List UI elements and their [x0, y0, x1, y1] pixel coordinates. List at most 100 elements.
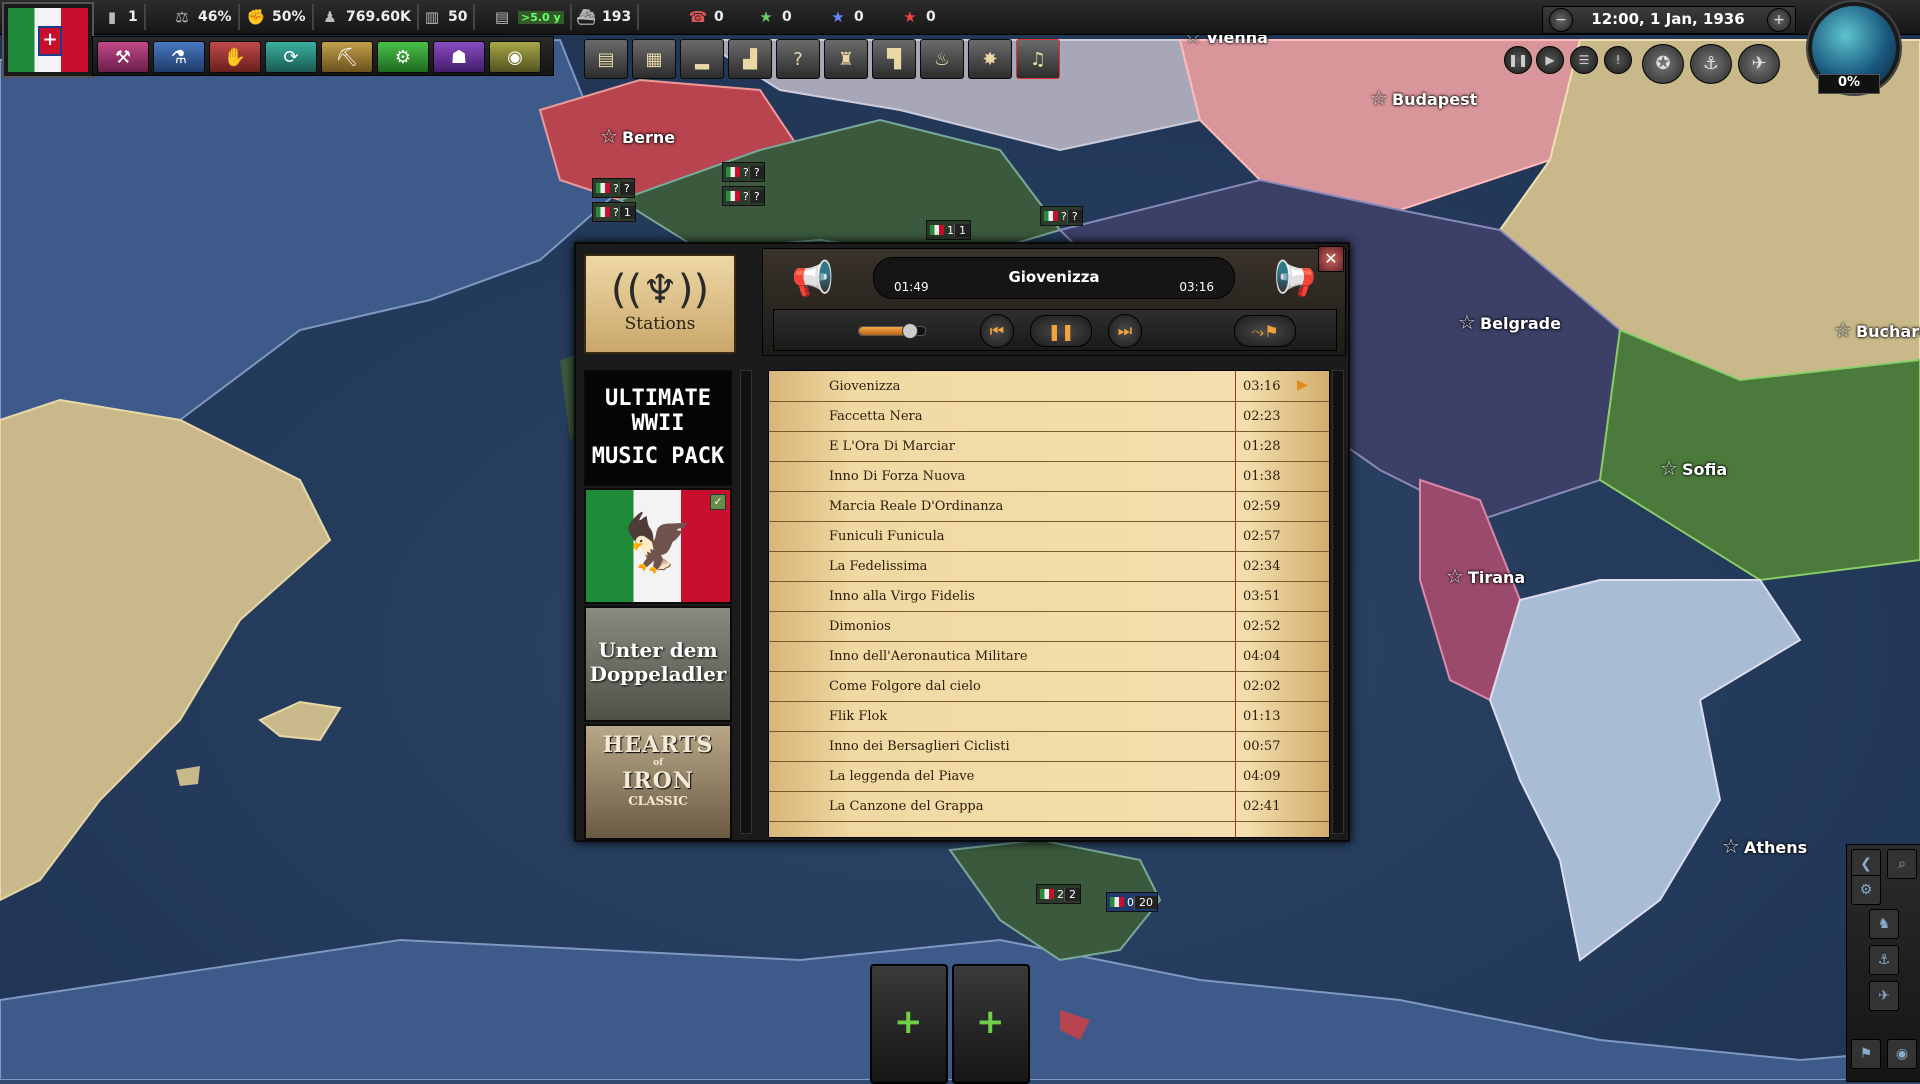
army-alert-button[interactable]: ✪ — [1642, 44, 1684, 84]
unit-counter[interactable]: 11 — [926, 220, 971, 240]
playlist-row[interactable]: Marcia Reale D'Ordinanza 02:59 — [769, 491, 1329, 522]
city-athens[interactable]: ☆ Athens — [1722, 834, 1807, 858]
military-button[interactable]: ♜ — [824, 39, 868, 79]
capital-star-icon: ☆ — [1834, 318, 1852, 342]
settings-icon[interactable]: ⚙ — [1851, 875, 1881, 905]
station-ultimate-wwii[interactable]: ULTIMATE WWII MUSIC PACK — [584, 370, 732, 486]
previous-track-button[interactable]: ⏮ — [980, 314, 1014, 348]
city-tirana[interactable]: ☆ Tirana — [1446, 564, 1525, 588]
station-italian[interactable]: 🦅 ✓ — [584, 488, 732, 604]
army-icon[interactable]: ♞ — [1869, 909, 1899, 939]
airforce-icon[interactable]: ✈ — [1869, 981, 1899, 1011]
playlist-row[interactable]: Flik Flok 01:13 — [769, 701, 1329, 732]
political-power[interactable]: ▮ 1 — [102, 4, 146, 30]
flag-icon[interactable]: ⚑ — [1851, 1039, 1881, 1069]
playlist-row[interactable]: Giovenizza 03:16 ▶ — [769, 371, 1329, 402]
station-hoi-classic[interactable]: HEARTS of IRON CLASSIC — [584, 724, 732, 840]
research-button[interactable]: ⚗ — [153, 41, 205, 73]
unit-counter[interactable]: ?? — [722, 162, 765, 182]
elapsed-time: 01:49 — [894, 280, 929, 294]
factories[interactable]: ▥ 50 — [422, 4, 476, 30]
radio-button[interactable]: ♫ — [1016, 39, 1060, 79]
close-button[interactable]: ✕ — [1318, 246, 1344, 272]
counter-d[interactable]: ★ 0 — [900, 4, 935, 30]
playlist-row[interactable]: E L'Ora Di Marciar 01:28 — [769, 431, 1329, 462]
decisions-button[interactable]: ⚒ — [97, 41, 149, 73]
counter-b[interactable]: ★ 0 — [756, 4, 791, 30]
mapmode-button[interactable]: ▜ — [872, 39, 916, 79]
production-button[interactable]: ⚙ — [377, 41, 429, 73]
station-doppeladler[interactable]: Unter dem Doppeladler — [584, 606, 732, 722]
scales-icon: ⚖ — [175, 8, 189, 26]
alert-button[interactable]: ! — [1604, 46, 1632, 74]
playlist-row[interactable]: Inno alla Virgo Fidelis 03:51 — [769, 581, 1329, 612]
unit-counter[interactable]: ? 1 — [592, 202, 636, 222]
convoys[interactable]: ⛴ 193 — [576, 4, 640, 30]
city-budapest[interactable]: ☆ Budapest — [1370, 86, 1477, 110]
diplomacy-button[interactable]: ✋ — [209, 41, 261, 73]
stations-button[interactable]: ((♆)) Stations — [584, 254, 736, 354]
play-button[interactable]: ▶ — [1536, 46, 1564, 74]
ledger-button[interactable]: ▤ — [584, 39, 628, 79]
navy-icon[interactable]: ⚓ — [1869, 945, 1899, 975]
playlist-row[interactable]: Inno dell'Aeronautica Militare 04:04 — [769, 641, 1329, 672]
buildings-button[interactable]: ▟ — [728, 39, 772, 79]
combat-button[interactable]: ✸ — [968, 39, 1012, 79]
volume-knob[interactable] — [901, 323, 918, 339]
pause-button[interactable]: ❚❚ — [1504, 46, 1532, 74]
logistics-button[interactable]: ▦ — [632, 39, 676, 79]
speed-down-button[interactable]: − — [1549, 8, 1573, 32]
city-sofia[interactable]: ☆ Sofia — [1660, 456, 1727, 480]
unit-counter[interactable]: 22 — [1036, 884, 1081, 904]
industry-button[interactable]: ♨ — [920, 39, 964, 79]
volume-slider[interactable] — [858, 323, 926, 339]
track-name: Faccetta Nera — [829, 409, 923, 424]
statistics-button[interactable]: ▂ — [680, 39, 724, 79]
trade-button[interactable]: ⟳ — [265, 41, 317, 73]
playlist-row[interactable]: Dimonios 02:52 — [769, 611, 1329, 642]
city-belgrade[interactable]: ☆ Belgrade — [1458, 310, 1561, 334]
list-button[interactable]: ☰ — [1570, 46, 1598, 74]
stations-scrollbar[interactable] — [740, 370, 752, 834]
playlist-row[interactable]: Faccetta Nera 02:23 — [769, 401, 1329, 432]
navy-alert-button[interactable]: ⚓ — [1690, 44, 1732, 84]
playlist-row[interactable]: Come Folgore dal cielo 02:02 — [769, 671, 1329, 702]
stability[interactable]: ⚖ 46% — [172, 4, 240, 30]
city-berne[interactable]: ☆ Berne — [600, 124, 675, 148]
recruit-button[interactable]: ☗ — [433, 41, 485, 73]
counter-a[interactable]: ☎ 0 — [688, 4, 724, 30]
recruit-slot[interactable]: + — [952, 964, 1030, 1084]
eye-icon[interactable]: ◉ — [1887, 1039, 1917, 1069]
pause-track-button[interactable]: ❚❚ — [1030, 315, 1092, 347]
search-icon[interactable]: ⌕ — [1887, 849, 1917, 879]
naval-unit-counter[interactable]: 0 20 — [1106, 892, 1158, 912]
unit-counter[interactable]: ?? — [1040, 206, 1083, 226]
counter-c[interactable]: ★ 0 — [828, 4, 863, 30]
playlist-row[interactable]: La Canzone del Grappa 02:41 — [769, 791, 1329, 822]
fuel[interactable]: ▤ >5.0 y — [492, 4, 572, 30]
city-bucharest[interactable]: ☆Buchare — [1834, 318, 1920, 342]
manpower[interactable]: ♟ 769.60K — [320, 4, 419, 30]
intelligence-button[interactable]: ◉ — [489, 41, 541, 73]
unit-counter[interactable]: ?? — [722, 186, 765, 206]
speed-up-button[interactable]: + — [1767, 8, 1791, 32]
next-track-button[interactable]: ⏭ — [1108, 314, 1142, 348]
help-button[interactable]: ? — [776, 39, 820, 79]
playlist-row[interactable]: Inno Di Forza Nuova 01:38 — [769, 461, 1329, 492]
playlist-row[interactable]: Inno dei Bersaglieri Ciclisti 00:57 — [769, 731, 1329, 762]
recruit-slot[interactable]: + — [870, 964, 948, 1084]
shuffle-flag-button[interactable]: ⤳⚑ — [1234, 315, 1296, 347]
selected-check-icon: ✓ — [710, 494, 726, 510]
tool-bar: ▤ ▦ ▂ ▟ ? ♜ ▜ ♨ ✸ ♫ — [580, 36, 1060, 80]
war-support[interactable]: ✊ 50% — [246, 4, 314, 30]
playlist-row[interactable]: La leggenda del Piave 04:09 — [769, 761, 1329, 792]
track-duration: 04:09 — [1243, 769, 1281, 784]
playlist-scrollbar[interactable] — [1332, 370, 1344, 834]
air-alert-button[interactable]: ✈ — [1738, 44, 1780, 84]
playlist-row[interactable]: La Fedelissima 02:34 — [769, 551, 1329, 582]
unit-counter[interactable]: ?? — [592, 178, 635, 198]
country-flag-button[interactable]: + — [2, 2, 94, 78]
factory-icon: ▥ — [424, 8, 440, 26]
construction-button[interactable]: ⛏ — [321, 41, 373, 73]
playlist-row[interactable]: Funiculi Funicula 02:57 — [769, 521, 1329, 552]
